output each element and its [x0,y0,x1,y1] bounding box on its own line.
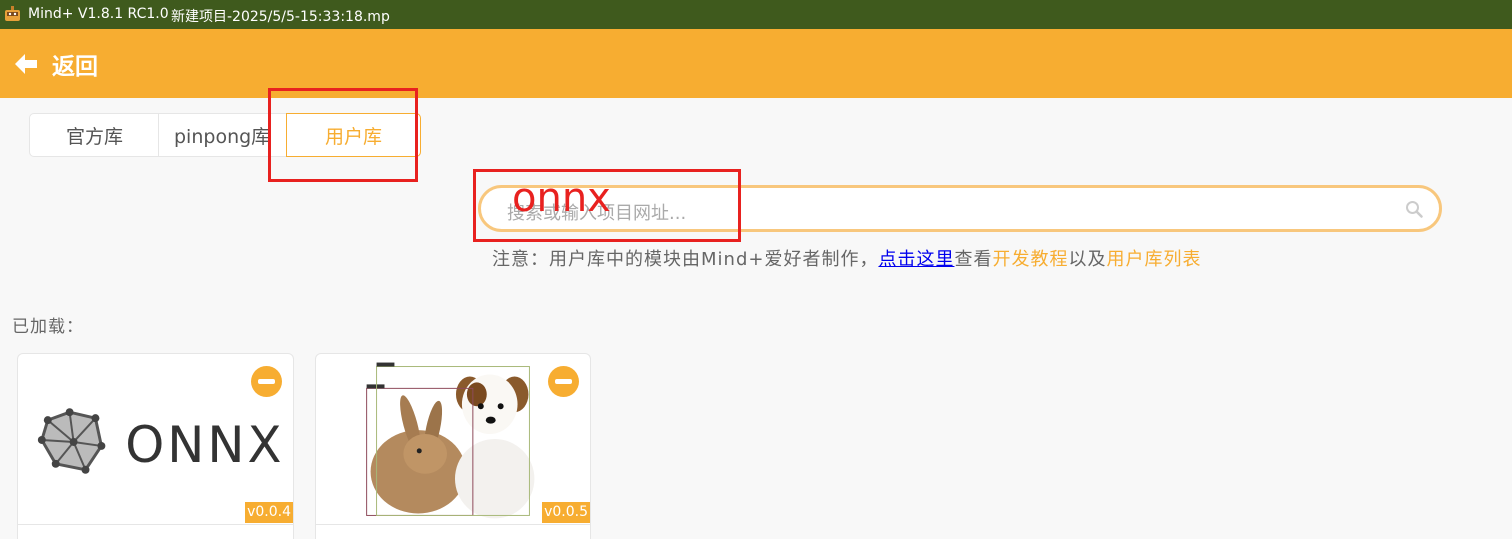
card-divider [316,524,590,525]
arrow-left-icon [15,54,37,74]
search-input[interactable]: 搜索或输入项目网址... [478,185,1442,232]
click-here-link[interactable]: 点击这里 [878,249,954,270]
card-divider [18,524,293,525]
user-library-list-link[interactable]: 用户库列表 [1106,249,1201,270]
title-bar: Mind+ V1.8.1 RC1.0 新建项目-2025/5/5-15:33:1… [0,0,1512,29]
back-label: 返回 [52,54,98,80]
search-placeholder: 搜索或输入项目网址... [507,203,687,224]
version-badge: v0.0.4 [245,502,293,523]
tab-pinpong-library[interactable]: pinpong库 [158,113,288,157]
extension-card-onnx[interactable]: ONNX v0.0.4 [17,353,294,539]
dev-tutorial-link[interactable]: 开发教程 [992,249,1068,270]
version-badge: v0.0.5 [542,502,590,523]
loaded-label: 已加载： [12,317,84,337]
header-bar: 返回 [0,29,1512,98]
user-library-note: 注意：用户库中的模块由Mind+爱好者制作，点击这里查看开发教程以及用户库列表 [492,245,1201,271]
extension-card-detection[interactable]: v0.0.5 [315,353,591,539]
note-middle2: 以及 [1068,249,1107,270]
tab-user-library[interactable]: 用户库 [286,113,421,157]
tab-official-library[interactable]: 官方库 [29,113,160,157]
remove-extension-button[interactable] [548,366,579,397]
app-icon [5,6,20,21]
onnx-wordmark: ONNX [125,416,284,474]
app-name: Mind+ V1.8.1 RC1.0 [28,6,169,22]
project-name: 新建项目-2025/5/5-15:33:18.mp [171,9,390,25]
remove-extension-button[interactable] [251,366,282,397]
back-button[interactable]: 返回 [14,48,98,80]
search-icon[interactable] [1405,200,1423,218]
note-middle: 查看 [954,249,993,270]
note-prefix: 注意：用户库中的模块由Mind+爱好者制作， [492,249,879,270]
